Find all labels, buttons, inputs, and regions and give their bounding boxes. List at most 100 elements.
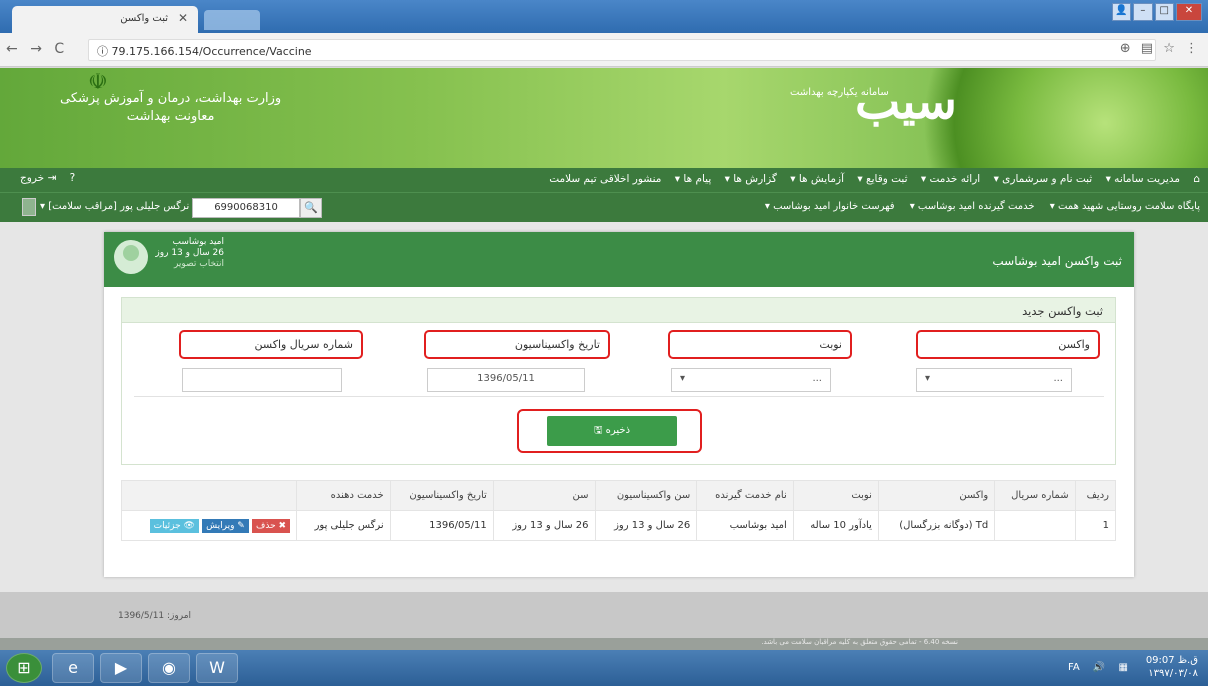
browser-tab-bar: ثبت واکسن ✕ 👤 – □ ✕ (0, 0, 1208, 33)
cell-serial (994, 510, 1076, 541)
close-tab-icon[interactable]: ✕ (178, 11, 188, 25)
delete-button[interactable]: ✖ حذف (252, 519, 291, 533)
back-icon[interactable]: ← (6, 41, 18, 57)
submenu-patient[interactable]: خدمت گیرنده امید بوشاسب ▾ (910, 201, 1035, 212)
cell-patient: امید بوشاسب (696, 510, 794, 541)
page-title: ثبت واکسن امید بوشاسب (992, 254, 1122, 268)
chrome-icon[interactable]: ◉ (148, 653, 190, 683)
table-header: ردیف شماره سریال واکسن نوبت نام خدمت گیر… (120, 480, 1117, 511)
menu-item-charter[interactable]: منشور اخلاقی تیم سلامت (549, 173, 661, 185)
vaccine-panel: ثبت واکسن امید بوشاسب امید بوشاسب 26 سال… (104, 232, 1134, 577)
cell-row: 1 (1074, 510, 1117, 541)
col-date[interactable]: تاریخ واکسیناسیون (389, 480, 494, 511)
vaccine-table: ردیف شماره سریال واکسن نوبت نام خدمت گیر… (120, 480, 1117, 541)
tray-icons: FA 🔊 ▦ (1068, 662, 1128, 673)
col-row[interactable]: ردیف (1074, 480, 1117, 511)
menu-item-admin[interactable]: مدیریت سامانه ▾ (1106, 173, 1180, 185)
edit-button[interactable]: ✎ ویرایش (202, 519, 249, 533)
today-date: امروز: 1396/5/11 (118, 611, 192, 621)
date-input[interactable]: 1396/05/11 (427, 368, 585, 392)
save-button[interactable]: 🖫 ذخیره (547, 416, 677, 446)
turn-select[interactable]: ▾... (671, 368, 831, 392)
network-icon[interactable]: ▦ (1119, 662, 1128, 673)
settings-icon[interactable] (22, 198, 36, 216)
logout-button[interactable]: خروج (20, 172, 44, 184)
col-vaccine[interactable]: واکسن (877, 480, 996, 511)
forward-icon[interactable]: → (30, 41, 42, 57)
logout-area: خروج ⇥ ? (20, 172, 76, 184)
new-vaccine-form: ثبت واکسن جدید واکسن ▾... نوبت ▾... تاری… (121, 297, 1116, 465)
reload-icon[interactable]: C (54, 41, 64, 57)
start-button[interactable]: ⊞ (6, 653, 42, 683)
cell-age: 26 سال و 13 روز (492, 510, 596, 541)
clock[interactable]: 09:07 ق.ظ ۱۳۹۷/۰۳/۰۸ (1146, 654, 1198, 680)
cell-date: 1396/05/11 (389, 510, 494, 541)
date-label: تاریخ واکسیناسیون (424, 330, 610, 359)
window-controls: 👤 – □ ✕ (1112, 3, 1202, 21)
nav-buttons: ← → C (6, 41, 64, 57)
form-divider (134, 396, 1104, 397)
word-icon[interactable]: W (196, 653, 238, 683)
home-icon[interactable]: ⌂ (1193, 173, 1200, 185)
maximize-button[interactable]: □ (1154, 3, 1174, 21)
menu-item-tests[interactable]: آزمایش ها ▾ (790, 173, 844, 185)
tab-title: ثبت واکسن (120, 13, 168, 24)
vaccine-label: واکسن (916, 330, 1100, 359)
close-window-button[interactable]: ✕ (1175, 3, 1202, 21)
col-age[interactable]: سن (492, 480, 596, 511)
url-input[interactable]: ⓘ 79.175.166.154/Occurrence/Vaccine (88, 39, 1156, 61)
patient-name: امید بوشاسب (172, 237, 224, 247)
version-bar: نسخه 6.40 - تمامی حقوق متعلق به کلیه مرا… (0, 638, 1208, 650)
browser-tab[interactable]: ثبت واکسن ✕ (12, 6, 198, 33)
brand-logo: سیب (855, 74, 957, 130)
taskbar: ⊞ e ▶ ◉ W FA 🔊 ▦ 09:07 ق.ظ ۱۳۹۷/۰۳/۰۸ (0, 650, 1208, 686)
star-icon[interactable]: ☆ (1163, 41, 1175, 56)
col-serial[interactable]: شماره سریال (994, 480, 1076, 511)
form-header: ثبت واکسن جدید (122, 298, 1115, 323)
address-bar: ← → C ⓘ 79.175.166.154/Occurrence/Vaccin… (0, 33, 1208, 67)
search-icon[interactable]: 🔍 (300, 198, 322, 218)
cell-turn: یادآور 10 ساله (792, 510, 879, 541)
menu-item-service[interactable]: ارائه خدمت ▾ (921, 173, 980, 185)
deputy-name: معاونت بهداشت (126, 109, 215, 124)
clock-time: 09:07 ق.ظ (1145, 655, 1198, 666)
col-vacc-age[interactable]: سن واکسیناسیون (594, 480, 698, 511)
col-turn[interactable]: نوبت (792, 480, 879, 511)
minimize-button[interactable]: – (1133, 3, 1153, 21)
col-patient[interactable]: نام خدمت گیرنده (696, 480, 794, 511)
volume-icon[interactable]: 🔊 (1093, 662, 1105, 673)
sub-menu: پایگاه سلامت روستایی شهید همت ▾ خدمت گیر… (0, 192, 1208, 222)
cell-actions: ✖ حذف ✎ ویرایش 👁 جزئیات (120, 510, 298, 541)
media-player-icon[interactable]: ▶ (100, 653, 142, 683)
col-provider[interactable]: خدمت دهنده (296, 480, 391, 511)
menu-item-events[interactable]: ثبت وقایع ▾ (857, 173, 907, 185)
clock-date: ۱۳۹۷/۰۳/۰۸ (1148, 668, 1198, 679)
translate-icon[interactable]: ▤ (1141, 41, 1153, 56)
col-actions (120, 480, 298, 511)
menu-icon[interactable]: ⋮ (1185, 41, 1198, 56)
submenu-health-center[interactable]: پایگاه سلامت روستایی شهید همت ▾ (1050, 201, 1200, 212)
new-tab-button[interactable] (204, 10, 260, 30)
cell-provider: نرگس جلیلی پور (296, 510, 391, 541)
ie-icon[interactable]: e (52, 653, 94, 683)
turn-label: نوبت (668, 330, 852, 359)
zoom-icon[interactable]: ⊕ (1120, 41, 1131, 56)
details-button[interactable]: 👁 جزئیات (149, 519, 199, 533)
menu-item-reports[interactable]: گزارش ها ▾ (725, 173, 777, 185)
menu-item-messages[interactable]: پیام ها ▾ (675, 173, 711, 185)
help-icon[interactable]: ? (70, 172, 76, 184)
avatar[interactable] (114, 240, 148, 274)
language-indicator[interactable]: FA (1068, 662, 1080, 673)
user-icon[interactable]: 👤 (1112, 3, 1132, 21)
form-title: ثبت واکسن جدید (1022, 304, 1103, 318)
url-text: 79.175.166.154/Occurrence/Vaccine (111, 45, 312, 58)
choose-picture-link[interactable]: انتخاب تصویر (154, 259, 224, 270)
user-dropdown[interactable]: نرگس جلیلی پور [مراقب سلامت] ▾ (40, 201, 189, 212)
submenu-household[interactable]: فهرست خانوار امید بوشاسب ▾ (765, 201, 895, 212)
serial-input[interactable] (182, 368, 342, 392)
menu-item-registration[interactable]: ثبت نام و سرشماری ▾ (994, 173, 1093, 185)
vaccine-select[interactable]: ▾... (916, 368, 1072, 392)
national-id-input[interactable]: 6990068310 (192, 198, 300, 218)
site-banner: ☫ وزارت بهداشت، درمان و آموزش پزشکی معاو… (0, 68, 1208, 168)
content-area: ثبت واکسن امید بوشاسب امید بوشاسب 26 سال… (0, 222, 1208, 614)
